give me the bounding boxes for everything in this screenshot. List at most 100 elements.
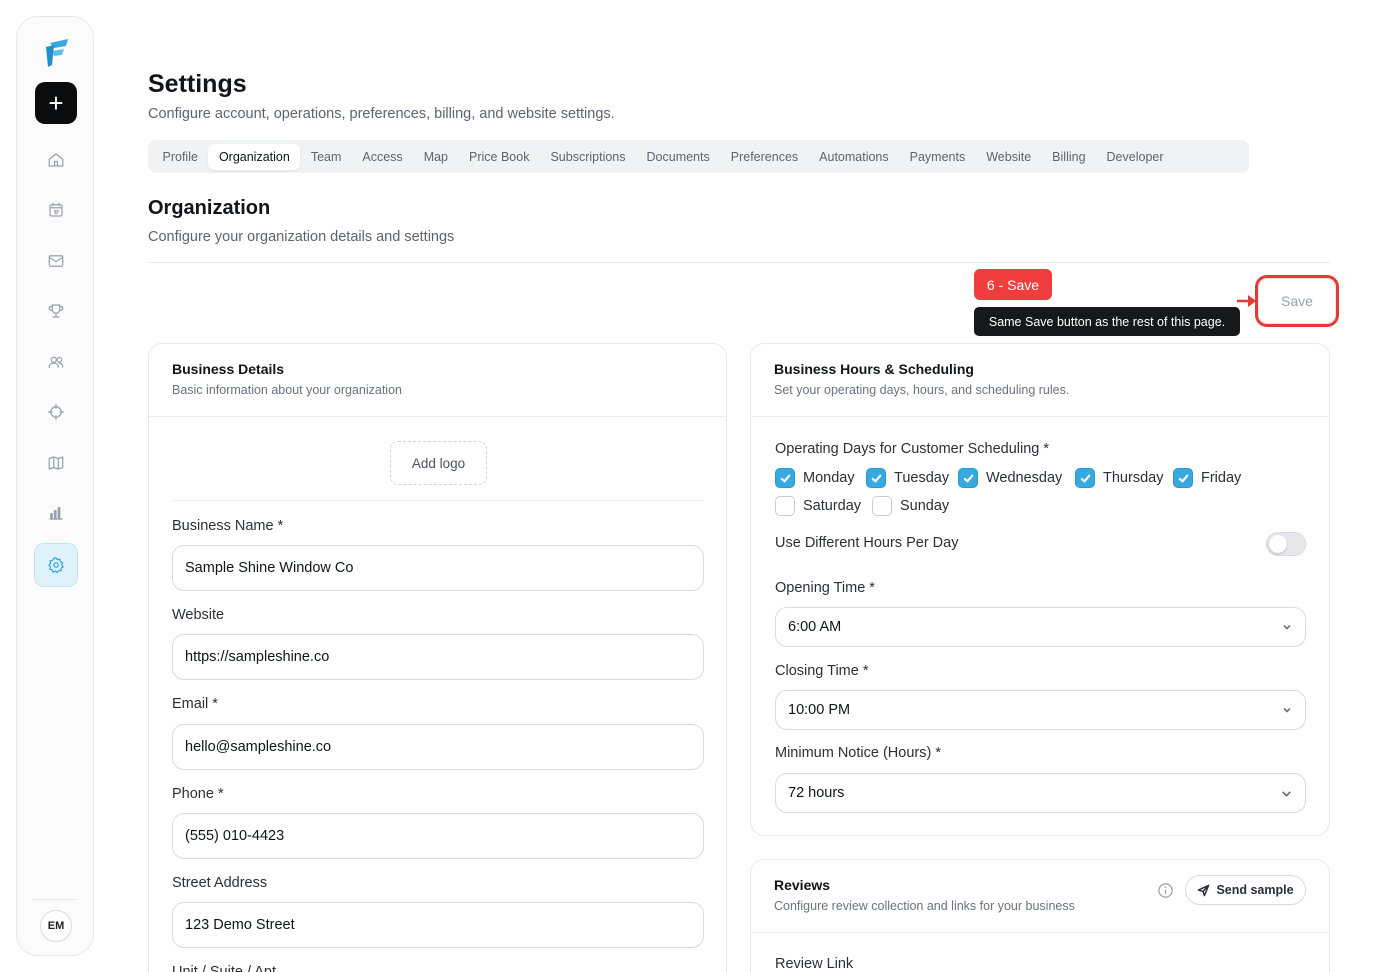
opening-time-select[interactable]: 6:00 AM [775,607,1306,647]
bar-chart-icon [49,507,63,520]
day-sunday[interactable]: Sunday [872,496,949,516]
tab-subscriptions[interactable]: Subscriptions [540,144,636,170]
card-header: Business Hours & Scheduling Set your ope… [751,344,1329,417]
checkbox-checked[interactable] [866,468,886,488]
nav-targets[interactable] [37,393,75,431]
day-label: Friday [1201,470,1242,486]
phone-input[interactable]: (555) 010-4423 [172,813,704,859]
section-title: Organization [148,197,271,219]
new-item-button[interactable]: + [35,82,77,124]
section-subtitle: Configure your organization details and … [148,229,455,245]
save-button[interactable]: Save [1258,278,1336,324]
crosshair-icon [47,403,65,421]
add-logo-button[interactable]: Add logo [390,441,487,485]
nav-messages[interactable] [37,242,75,280]
tab-automations[interactable]: Automations [809,144,899,170]
street-address-input[interactable]: 123 Demo Street [172,902,704,948]
home-icon [48,153,64,167]
business-details-card: Business Details Basic information about… [148,343,727,972]
plus-icon: + [48,88,64,118]
card-subtitle: Set your operating days, hours, and sche… [774,383,1070,397]
chevron-down-icon [1283,707,1291,713]
tab-payments[interactable]: Payments [899,144,976,170]
checkbox-checked[interactable] [1173,468,1193,488]
business-name-label: Business Name * [172,518,284,534]
nav-map[interactable] [37,444,75,482]
checkbox-checked[interactable] [775,468,795,488]
check-icon [1178,474,1188,482]
closing-time-label: Closing Time * [775,663,869,679]
map-icon [48,456,64,470]
tab-developer[interactable]: Developer [1096,144,1174,170]
check-icon [871,474,881,482]
tab-website[interactable]: Website [976,144,1042,170]
nav-rewards[interactable] [37,292,75,330]
checkbox-checked[interactable] [1075,468,1095,488]
nav-calendar[interactable] [37,191,75,229]
tab-access[interactable]: Access [352,144,413,170]
card-title: Business Details [172,361,285,377]
closing-time-select[interactable]: 10:00 PM [775,690,1306,730]
day-wednesday[interactable]: Wednesday [958,468,1062,488]
tab-team[interactable]: Team [300,144,352,170]
minimum-notice-value: 72 hours [788,785,845,801]
website-label: Website [172,607,225,623]
page-title: Settings [148,70,247,98]
nav-customers[interactable] [37,343,75,381]
business-hours-card: Business Hours & Scheduling Set your ope… [750,343,1330,836]
business-name-input[interactable]: Sample Shine Window Co [172,545,704,591]
tab-profile[interactable]: Profile [152,144,208,170]
street-address-label: Street Address [172,875,268,891]
email-input[interactable]: hello@sampleshine.co [172,724,704,770]
divider [172,500,703,501]
chevron-down-icon [1283,624,1291,630]
annotation-tooltip: Same Save button as the rest of this pag… [974,307,1240,336]
unit-label: Unit / Suite / Apt [172,964,276,972]
tab-map[interactable]: Map [413,144,458,170]
avatar[interactable]: EM [40,910,72,942]
different-hours-label: Use Different Hours Per Day [775,535,959,551]
trophy-icon [48,304,64,318]
opening-time-label: Opening Time * [775,580,875,596]
minimum-notice-label: Minimum Notice (Hours) * [775,745,941,761]
card-subtitle: Basic information about your organizatio… [172,383,402,397]
info-icon[interactable] [1157,882,1174,899]
minimum-notice-select[interactable]: 72 hours [775,773,1306,813]
day-friday[interactable]: Friday [1173,468,1241,488]
day-saturday[interactable]: Saturday [775,496,861,516]
nav-home[interactable] [37,141,75,179]
nav-reports[interactable] [37,494,75,532]
checkbox-checked[interactable] [958,468,978,488]
checkbox-unchecked[interactable] [775,496,795,516]
check-icon [780,474,790,482]
chevron-down-icon [1282,790,1291,797]
nav-settings[interactable] [34,543,78,587]
gear-icon [48,557,64,574]
checkbox-unchecked[interactable] [872,496,892,516]
check-icon [963,474,973,482]
annotation-badge: 6 - Save [974,269,1052,300]
operating-days-label: Operating Days for Customer Scheduling * [775,441,1050,457]
day-label: Wednesday [986,470,1063,486]
tab-preferences[interactable]: Preferences [720,144,808,170]
sidebar: + EM [16,16,94,956]
different-hours-toggle[interactable] [1266,532,1306,556]
page-subtitle: Configure account, operations, preferenc… [148,106,615,122]
day-label: Monday [803,470,855,486]
send-sample-button[interactable]: Send sample [1185,875,1306,905]
toggle-knob [1269,535,1287,553]
tab-price-book[interactable]: Price Book [459,144,540,170]
day-monday[interactable]: Monday [775,468,855,488]
tab-documents[interactable]: Documents [636,144,720,170]
opening-time-value: 6:00 AM [788,619,842,635]
phone-label: Phone * [172,786,224,802]
day-thursday[interactable]: Thursday [1075,468,1163,488]
tab-organization[interactable]: Organization [208,143,301,170]
day-tuesday[interactable]: Tuesday [866,468,949,488]
settings-tabs: Profile Organization Team Access Map Pri… [148,140,1249,173]
tab-billing[interactable]: Billing [1042,144,1096,170]
website-input[interactable]: https://sampleshine.co [172,634,704,680]
app-logo[interactable] [42,37,72,69]
day-label: Tuesday [894,470,950,486]
send-icon [1198,884,1210,896]
